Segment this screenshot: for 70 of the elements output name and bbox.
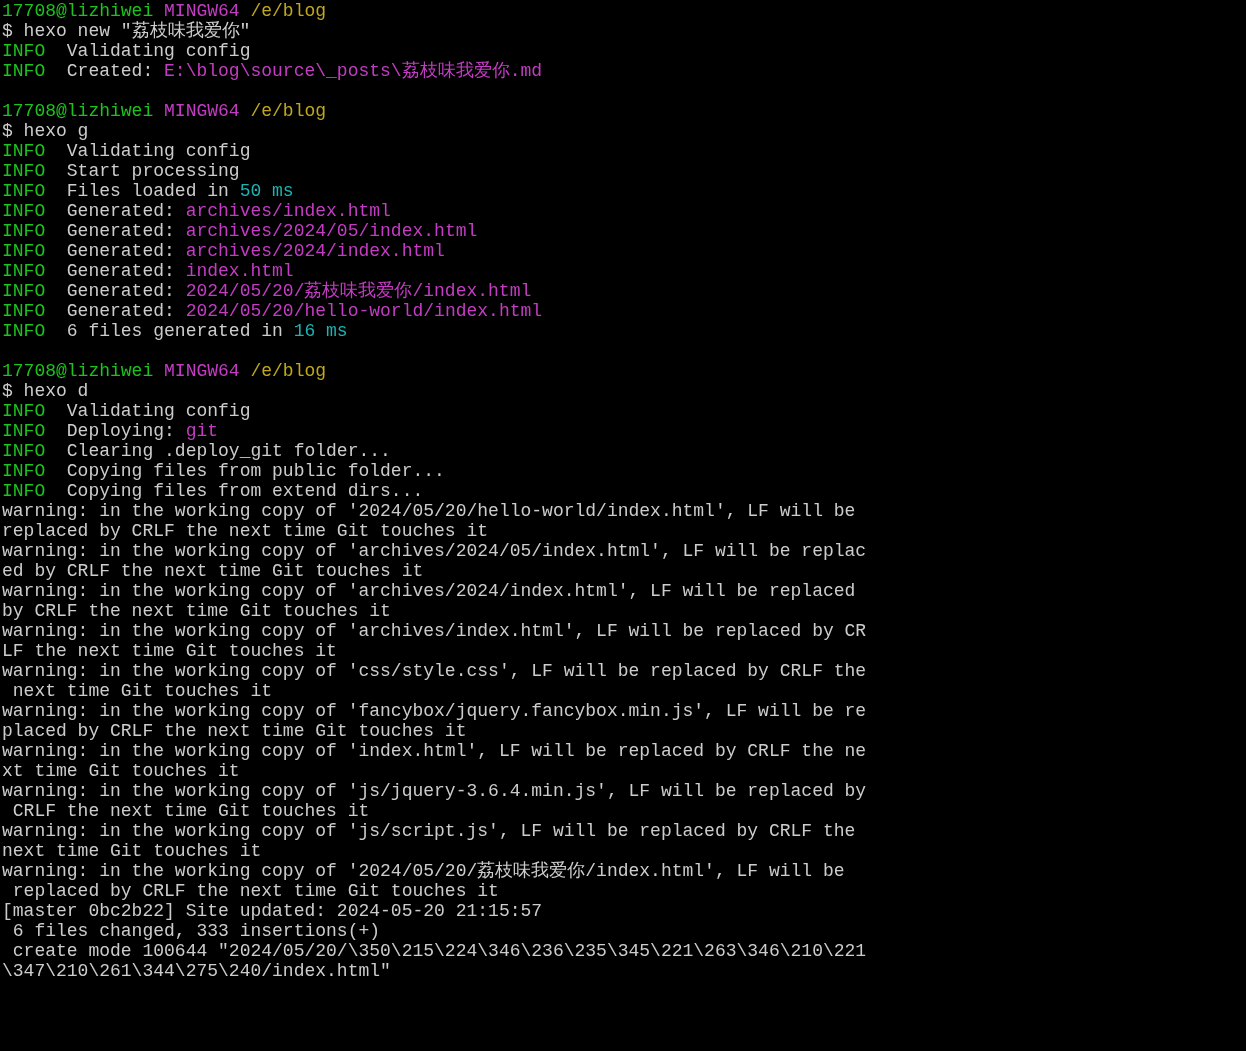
prompt-user: 17708@lizhiwei xyxy=(2,101,154,121)
log-message: replaced by CRLF the next time Git touches it xyxy=(11,881,499,901)
log-message: xt time Git touches it xyxy=(2,761,240,781)
log-message: Copying files from extend dirs... xyxy=(66,481,424,501)
log-message: Deploying: git xyxy=(66,421,219,441)
info-label: INFO xyxy=(2,181,46,201)
info-label: INFO xyxy=(2,421,46,441)
log-message: warning: in the working copy of 'css/style.css', LF will be replaced by CRLF the xyxy=(2,661,867,681)
log-message: Generated: archives/2024/index.html xyxy=(66,241,445,261)
command-text: $ hexo d xyxy=(2,381,89,401)
prompt-host: MINGW64 xyxy=(164,1,240,21)
log-message: \347\210\261\344\275\240/index.html" xyxy=(2,961,391,981)
info-label: INFO xyxy=(2,141,46,161)
log-message: Generated: archives/index.html xyxy=(66,201,391,221)
log-message: create mode 100644 "2024/05/20/\350\215\224\346\236\235\345\221\263\346\210\221 xyxy=(11,941,867,961)
prompt-user: 17708@lizhiwei xyxy=(2,1,154,21)
log-message: warning: in the working copy of 'archives/2024/05/index.html', LF will be replac xyxy=(2,541,867,561)
log-message: 6 files changed, 333 insertions(+) xyxy=(11,921,381,941)
info-label: INFO xyxy=(2,201,46,221)
log-message: Validating config xyxy=(66,141,251,161)
log-message: Created: E:\blog\source\_posts\荔枝味我爱你.md xyxy=(66,61,543,81)
prompt-path: /e/blog xyxy=(250,1,327,21)
log-message: CRLF the next time Git touches it xyxy=(11,801,370,821)
log-message: [master 0bc2b22] Site updated: 2024-05-20 21:15:57 xyxy=(2,901,543,921)
info-label: INFO xyxy=(2,441,46,461)
info-label: INFO xyxy=(2,261,46,281)
info-label: INFO xyxy=(2,221,46,241)
log-message: Generated: archives/2024/05/index.html xyxy=(66,221,478,241)
log-message: warning: in the working copy of 'archives/2024/index.html', LF will be replaced xyxy=(2,581,856,601)
log-message: warning: in the working copy of '2024/05/20/荔枝味我爱你/index.html', LF will be xyxy=(2,861,845,881)
log-message: warning: in the working copy of 'js/jquery-3.6.4.min.js', LF will be replaced by xyxy=(2,781,867,801)
prompt-path: /e/blog xyxy=(250,101,327,121)
log-message: warning: in the working copy of 'js/script.js', LF will be replaced by CRLF the xyxy=(2,821,856,841)
info-label: INFO xyxy=(2,61,46,81)
log-message: Generated: 2024/05/20/hello-world/index.html xyxy=(66,301,543,321)
info-label: INFO xyxy=(2,481,46,501)
log-message: Generated: index.html xyxy=(66,261,294,281)
log-message: warning: in the working copy of 'index.html', LF will be replaced by CRLF the ne xyxy=(2,741,867,761)
command-text: $ hexo g xyxy=(2,121,89,141)
log-message: 6 files generated in 16 ms xyxy=(66,321,348,341)
log-message: warning: in the working copy of 'fancybox/jquery.fancybox.min.js', LF will be re xyxy=(2,701,867,721)
log-message: Clearing .deploy_git folder... xyxy=(66,441,391,461)
log-message: Generated: 2024/05/20/荔枝味我爱你/index.html xyxy=(66,281,532,301)
log-message: next time Git touches it xyxy=(2,841,262,861)
info-label: INFO xyxy=(2,281,46,301)
log-message: next time Git touches it xyxy=(11,681,273,701)
info-label: INFO xyxy=(2,321,46,341)
log-message: Validating config xyxy=(66,41,251,61)
prompt-path: /e/blog xyxy=(250,361,327,381)
info-label: INFO xyxy=(2,241,46,261)
info-label: INFO xyxy=(2,41,46,61)
log-message: by CRLF the next time Git touches it xyxy=(2,601,391,621)
prompt-user: 17708@lizhiwei xyxy=(2,361,154,381)
prompt-host: MINGW64 xyxy=(164,101,240,121)
log-message: replaced by CRLF the next time Git touches it xyxy=(2,521,489,541)
log-message: Start processing xyxy=(66,161,240,181)
command-text: $ hexo new "荔枝味我爱你" xyxy=(2,21,251,41)
log-message: Copying files from public folder... xyxy=(66,461,445,481)
log-message: Files loaded in 50 ms xyxy=(66,181,294,201)
log-message: ed by CRLF the next time Git touches it xyxy=(2,561,424,581)
info-label: INFO xyxy=(2,161,46,181)
info-label: INFO xyxy=(2,401,46,421)
log-message: Validating config xyxy=(66,401,251,421)
info-label: INFO xyxy=(2,301,46,321)
log-message: placed by CRLF the next time Git touches it xyxy=(2,721,467,741)
log-message: warning: in the working copy of 'archives/index.html', LF will be replaced by CR xyxy=(2,621,867,641)
log-message: LF the next time Git touches it xyxy=(2,641,337,661)
log-message: warning: in the working copy of '2024/05/20/hello-world/index.html', LF will be xyxy=(2,501,856,521)
prompt-host: MINGW64 xyxy=(164,361,240,381)
info-label: INFO xyxy=(2,461,46,481)
